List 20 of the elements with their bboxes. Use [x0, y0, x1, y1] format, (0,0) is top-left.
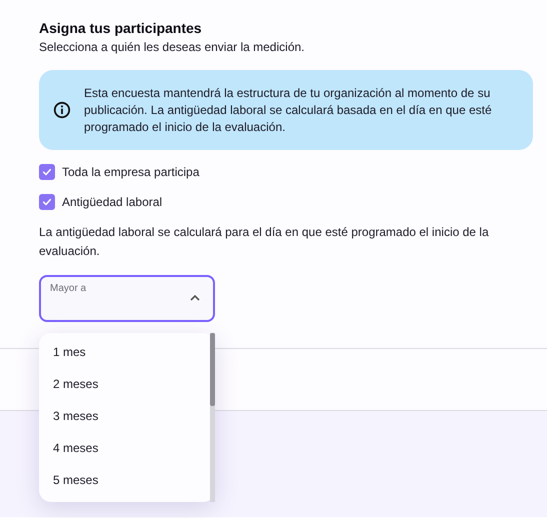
- menu-option[interactable]: 5 meses: [39, 464, 210, 496]
- menu-option[interactable]: 4 meses: [39, 432, 210, 464]
- note-text: La antigüedad laboral se calculará para el día en que esté programado el inicio de la evaluación.: [39, 224, 490, 260]
- checkbox[interactable]: [39, 164, 55, 180]
- section-subheading: Selecciona a quién les deseas enviar la medición.: [39, 40, 306, 55]
- info-text: Esta encuesta mantendrá la estructura de tu organización al momento de su publicación. La antigüedad laboral se calculará basada en el día en que esté programado el inicio de la evaluación.: [84, 84, 493, 136]
- menu-option[interactable]: 3 meses: [39, 400, 210, 432]
- checkbox-label: Antigüedad laboral: [62, 195, 162, 209]
- checkbox-label: Toda la empresa participa: [62, 165, 200, 179]
- info-icon: [53, 101, 71, 119]
- check-icon: [42, 167, 52, 177]
- scrollbar[interactable]: [210, 333, 215, 502]
- menu-option[interactable]: 1 mes: [39, 336, 210, 368]
- menu-option[interactable]: 2 meses: [39, 368, 210, 400]
- checkbox[interactable]: [39, 194, 55, 210]
- chevron-icon: [190, 295, 200, 301]
- section-heading: Asigna tus participantes: [39, 20, 203, 37]
- field-label: Mayor a: [50, 283, 86, 294]
- check-icon: [42, 197, 52, 207]
- select-field[interactable]: Mayor a: [39, 275, 215, 322]
